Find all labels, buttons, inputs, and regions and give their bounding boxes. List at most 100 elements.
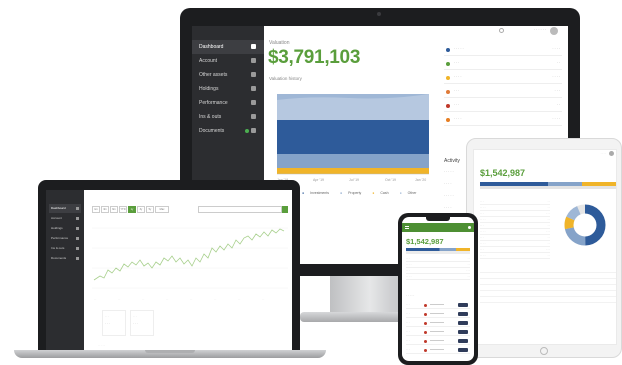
tab-period[interactable]: YTD <box>119 206 127 213</box>
holding-row[interactable]: · · · <box>406 310 470 318</box>
tablet-topbar: · · · · <box>474 150 616 158</box>
table-row[interactable] <box>480 286 616 291</box>
sidebar-item-dashboard[interactable]: Dashboard <box>49 204 81 213</box>
svg-text:· ·: · · <box>262 298 265 301</box>
valuation-amount: $3,791,103 <box>268 47 361 68</box>
list-item[interactable]: · · · · · · <box>480 254 550 259</box>
list-item[interactable]: · · · · · · <box>480 242 550 247</box>
sidebar-item-label: Documents <box>199 128 225 134</box>
user-menu-text[interactable]: · · · · <box>601 152 606 155</box>
tablet-device: · · · · $1,542,987 · · · · · · · · · · · ·… <box>466 138 622 358</box>
list-item[interactable]: · · · · · · <box>480 248 550 253</box>
list-item[interactable]: · · · · · · <box>480 218 550 223</box>
summary-card[interactable]: · · · · · · <box>102 310 126 336</box>
list-item[interactable]: · · · · · · <box>480 206 550 211</box>
list-item[interactable]: · · · · · · · <box>480 230 550 235</box>
avatar[interactable] <box>550 27 558 35</box>
tab-period[interactable]: 3y <box>137 206 145 213</box>
sidebar-item-ins-outs[interactable]: Ins & outs <box>49 244 81 253</box>
tablet-home-button[interactable] <box>540 347 548 355</box>
chart-area-investments <box>277 120 429 154</box>
svg-text:· ·: · · <box>142 298 145 301</box>
list-item[interactable]: · · · · · · <box>406 275 470 280</box>
search-icon[interactable] <box>499 28 504 33</box>
phone-device: $1,542,987 · · · · · · · · · · · · · · · · … <box>398 213 478 365</box>
profile-icon[interactable] <box>468 226 471 229</box>
phone-notch <box>426 217 450 221</box>
list-item[interactable]: · · · · · <box>480 200 550 205</box>
tab-period-active[interactable]: 1y <box>128 206 136 213</box>
holding-row[interactable]: · · · <box>406 301 470 309</box>
valuation-history-label: Valuation history <box>269 76 302 81</box>
tab-period[interactable]: 1m <box>92 206 100 213</box>
x-tick-label: Jul '19 <box>349 178 359 182</box>
table-row[interactable] <box>480 274 616 279</box>
tablet-valuation-amount: $1,542,987 <box>480 168 526 178</box>
asset-row[interactable]: · · · · · <box>444 58 562 70</box>
phone-holdings-title: · · · · · <box>406 293 415 297</box>
svg-text:· ·: · · <box>118 298 121 301</box>
transfer-icon <box>251 114 256 119</box>
list-item[interactable]: · · · · · <box>406 257 470 262</box>
tablet-screen: · · · · $1,542,987 · · · · · · · · · · · ·… <box>473 149 617 345</box>
list-item[interactable]: · · · · · · <box>406 263 470 268</box>
tab-period[interactable]: 5y <box>146 206 154 213</box>
tab-period[interactable]: 6m <box>110 206 118 213</box>
sidebar-item-documents[interactable]: Documents <box>192 124 264 138</box>
document-icon <box>251 58 256 63</box>
asset-row[interactable]: · · · · · · · · <box>444 114 562 126</box>
date-range-input[interactable] <box>198 206 282 213</box>
laptop-screen: Dashboard Account Holdings Performance I… <box>46 190 292 350</box>
user-menu-text[interactable]: · · · · · · <box>534 28 546 32</box>
list-item[interactable]: · · · · · <box>480 236 550 241</box>
sidebar-item-holdings[interactable]: Holdings <box>192 82 264 96</box>
sidebar-item-documents[interactable]: Documents <box>49 254 81 263</box>
laptop-notch <box>145 350 195 353</box>
table-row[interactable] <box>480 298 616 303</box>
sidebar-item-holdings[interactable]: Holdings <box>49 224 81 233</box>
tab-period[interactable]: 3m <box>101 206 109 213</box>
sidebar-item-label: Holdings <box>199 86 219 92</box>
period-tabs: 1m 3m 6m YTD 1y 3y 5y Max <box>92 206 170 214</box>
sidebar-item-other-assets[interactable]: Other assets <box>192 68 264 82</box>
list-item[interactable]: · · · · · · <box>480 212 550 217</box>
chart-gridlines <box>92 227 288 289</box>
sidebar-item-label: Account <box>199 58 218 64</box>
sidebar-item-dashboard[interactable]: Dashboard <box>192 40 264 54</box>
x-tick-label: Jan '20 <box>415 178 426 182</box>
asset-row[interactable]: · · · · · · <box>444 86 562 98</box>
holding-row[interactable]: · · · <box>406 346 470 354</box>
chart-legend: ● Investments ● Property ● Cash ● Other <box>302 191 426 195</box>
tab-period[interactable]: Max <box>155 206 169 213</box>
list-item[interactable]: · · · · · <box>480 224 550 229</box>
table-row[interactable] <box>480 268 616 273</box>
valuation-history-chart: Jan '19 Apr '19 Jul '19 Oct '19 Jan '20 <box>277 94 429 182</box>
hamburger-menu-icon[interactable] <box>405 226 409 229</box>
allocation-bar-track <box>406 251 470 254</box>
sidebar-item-label: Performance <box>199 100 228 106</box>
list-item[interactable]: · · · · · · <box>406 269 470 274</box>
table-row[interactable] <box>480 292 616 297</box>
chart-footnote: · · · · · <box>98 344 105 347</box>
sidebar-item-account[interactable]: Account <box>49 214 81 223</box>
asset-row[interactable]: · · · · · · · · <box>444 72 562 84</box>
activity-title: Activity <box>444 158 460 164</box>
holding-row[interactable]: · · · <box>406 328 470 336</box>
sidebar-item-account[interactable]: Account <box>192 54 264 68</box>
svg-text:· ·: · · <box>190 298 193 301</box>
avatar[interactable] <box>609 151 614 156</box>
sidebar-item-performance[interactable]: Performance <box>49 234 81 243</box>
apply-button[interactable] <box>282 206 288 213</box>
asset-row[interactable]: · · · · · <box>444 100 562 112</box>
desktop-topbar: · · · · · · <box>264 26 568 36</box>
sidebar-item-ins-outs[interactable]: Ins & outs <box>192 110 264 124</box>
sidebar-item-performance[interactable]: Performance <box>192 96 264 110</box>
holding-row[interactable]: · · · <box>406 319 470 327</box>
asset-row[interactable]: · · · · · · · · · <box>444 44 562 56</box>
phone-holdings-list: · · · · · · · · · · · · · · · · · · <box>406 301 470 357</box>
svg-text:· ·: · · <box>238 298 241 301</box>
table-row[interactable] <box>480 280 616 285</box>
summary-card[interactable]: · · · · · · <box>130 310 154 336</box>
holding-row[interactable]: · · · <box>406 337 470 345</box>
dashboard-icon <box>251 44 256 49</box>
